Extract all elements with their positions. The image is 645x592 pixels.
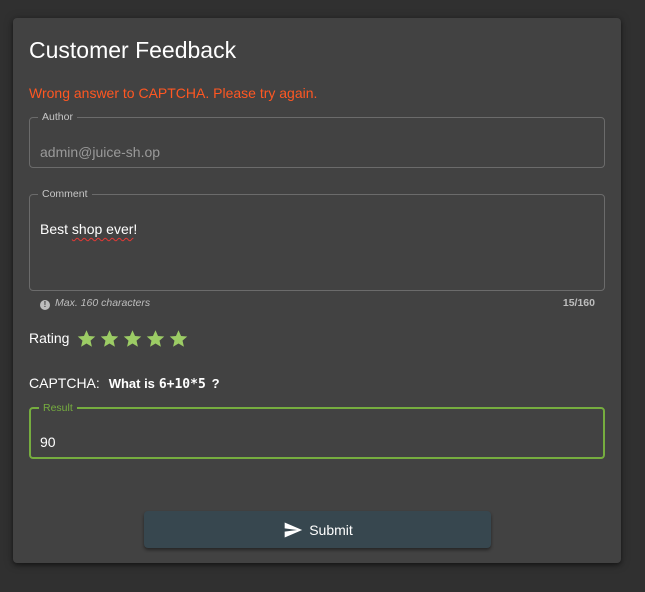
- rating-row: Rating: [29, 326, 191, 350]
- page-title: Customer Feedback: [29, 37, 237, 63]
- comment-field[interactable]: Comment Best shop ever!: [29, 188, 605, 291]
- author-input: admin@juice-sh.op: [40, 144, 161, 160]
- info-icon: !: [40, 300, 50, 310]
- captcha-expression: 6+10*5: [158, 377, 206, 392]
- result-label: Result: [43, 402, 73, 414]
- send-icon: [284, 522, 303, 537]
- result-field[interactable]: Result: [29, 402, 605, 459]
- rating-label: Rating: [29, 330, 70, 346]
- result-input[interactable]: [40, 434, 580, 450]
- captcha-error-message: Wrong answer to CAPTCHA. Please try agai…: [29, 85, 318, 101]
- rating-star-icon[interactable]: [122, 328, 143, 349]
- comment-text-part: Best: [40, 221, 72, 237]
- character-counter: 15/160: [562, 297, 595, 309]
- comment-text-misspelled: shop ever: [71, 221, 134, 237]
- comment-text-part: !: [133, 221, 138, 237]
- submit-label: Submit: [309, 521, 353, 538]
- captcha-row: CAPTCHA: What is 6+10*5 ?: [29, 375, 220, 392]
- comment-hint: Max. 160 characters: [55, 297, 151, 309]
- rating-star-icon[interactable]: [99, 328, 120, 349]
- comment-textarea[interactable]: Best shop ever!: [40, 221, 137, 237]
- captcha-question-suffix: ?: [211, 376, 220, 391]
- captcha-question-prefix: What is: [108, 376, 155, 391]
- feedback-card: Customer Feedback Wrong answer to CAPTCH…: [13, 18, 621, 563]
- rating-star-icon[interactable]: [145, 328, 166, 349]
- rating-star-icon[interactable]: [76, 328, 97, 349]
- comment-label: Comment: [42, 188, 88, 200]
- author-label: Author: [42, 111, 73, 123]
- rating-stars[interactable]: [76, 328, 191, 349]
- comment-hint-row: ! Max. 160 characters 15/160: [40, 297, 595, 310]
- captcha-label: CAPTCHA:: [29, 375, 100, 391]
- submit-button[interactable]: Submit: [144, 511, 491, 548]
- author-field: Author admin@juice-sh.op: [29, 111, 605, 168]
- rating-star-icon[interactable]: [168, 328, 189, 349]
